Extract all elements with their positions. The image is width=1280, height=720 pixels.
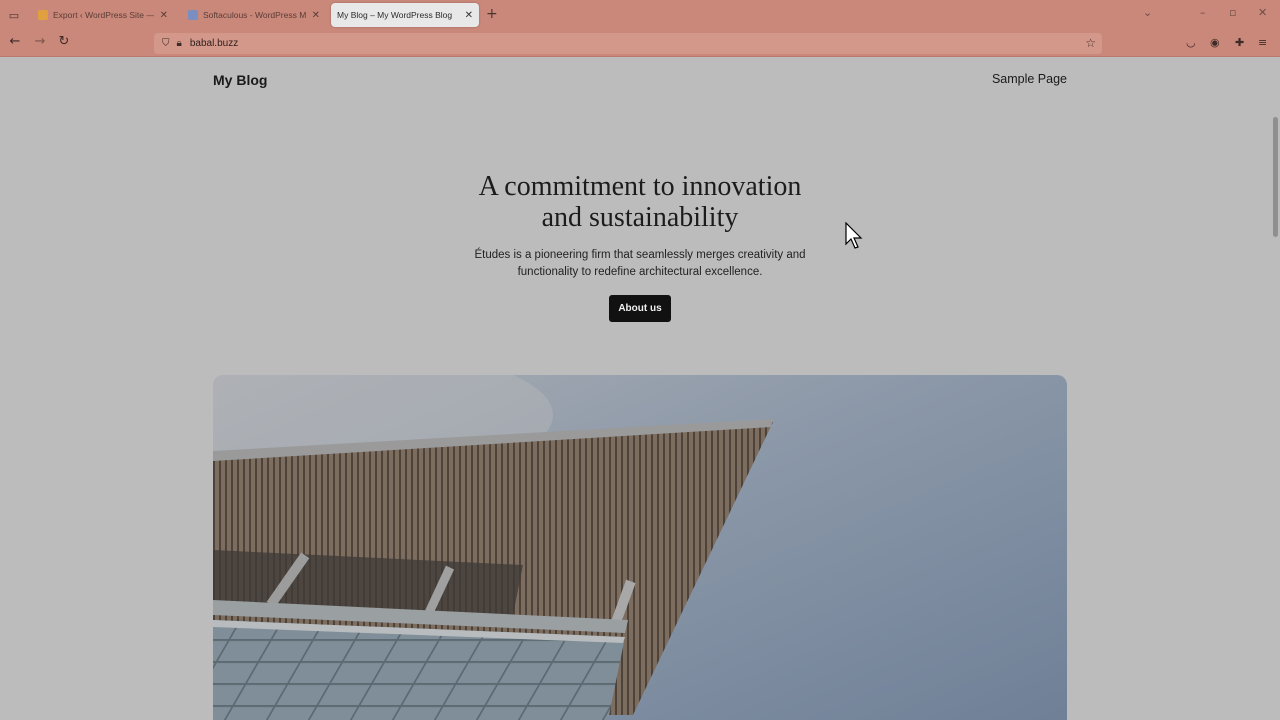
hero-description-line: Études is a pioneering firm that seamles…: [474, 249, 806, 261]
tab-title: Export ‹ WordPress Site — Wor: [53, 10, 154, 20]
hero-description-line: functionality to redefine architectural …: [517, 266, 763, 278]
tab-softaculous[interactable]: Softaculous - WordPress Mana ✕: [182, 3, 326, 27]
url-text[interactable]: babal.buzz: [190, 38, 238, 49]
extensions-icon[interactable]: ✚: [1235, 36, 1244, 49]
menu-icon[interactable]: ≡: [1258, 36, 1267, 49]
tabs-list-icon[interactable]: ▭: [0, 0, 28, 30]
hero-description: Études is a pioneering firm that seamles…: [440, 247, 840, 281]
tab-my-blog[interactable]: My Blog – My WordPress Blog ✕: [331, 3, 479, 27]
hero-heading-line: A commitment to innovation: [478, 171, 802, 202]
shield-icon[interactable]: ⛉: [162, 38, 170, 49]
wordpress-favicon-icon: [38, 10, 48, 20]
site-title[interactable]: My Blog: [213, 72, 267, 88]
pocket-icon[interactable]: ◡: [1186, 36, 1196, 49]
new-tab-icon[interactable]: +: [486, 6, 498, 22]
nav-bar: ← → ↻ ⛉ 🔒︎ babal.buzz ☆ ◡ ◉ ✚ ≡: [0, 30, 1280, 57]
chevron-down-icon[interactable]: ⌄: [1143, 6, 1152, 19]
tab-bar: ▭ Export ‹ WordPress Site — Wor ✕ Softac…: [0, 0, 1280, 30]
about-us-button[interactable]: About us: [609, 295, 671, 322]
address-bar[interactable]: ⛉ 🔒︎ babal.buzz ☆: [154, 33, 1102, 54]
close-icon[interactable]: ✕: [465, 10, 473, 21]
tab-export[interactable]: Export ‹ WordPress Site — Wor ✕: [32, 3, 174, 27]
hero-image: [213, 375, 1067, 720]
tab-title: My Blog – My WordPress Blog: [337, 10, 453, 20]
back-arrow-icon[interactable]: ←: [6, 34, 24, 49]
close-icon[interactable]: ✕: [160, 10, 168, 21]
building-photo: [213, 375, 1067, 720]
web-page: My Blog Sample Page A commitment to inno…: [0, 57, 1280, 720]
maximize-icon[interactable]: ▫: [1229, 6, 1236, 19]
tab-title: Softaculous - WordPress Mana: [203, 10, 306, 20]
lock-icon[interactable]: 🔒︎: [177, 38, 182, 49]
reload-icon[interactable]: ↻: [55, 34, 73, 49]
star-icon[interactable]: ☆: [1085, 36, 1096, 50]
close-window-icon[interactable]: ✕: [1258, 6, 1267, 19]
nav-link-sample-page[interactable]: Sample Page: [992, 72, 1067, 86]
softaculous-favicon-icon: [188, 10, 198, 20]
minimize-icon[interactable]: –: [1200, 6, 1206, 19]
close-icon[interactable]: ✕: [312, 10, 320, 21]
account-icon[interactable]: ◉: [1210, 36, 1220, 49]
forward-arrow-icon[interactable]: →: [31, 34, 49, 49]
page-scrollbar[interactable]: [1273, 117, 1278, 237]
mouse-cursor-icon: [845, 222, 863, 249]
